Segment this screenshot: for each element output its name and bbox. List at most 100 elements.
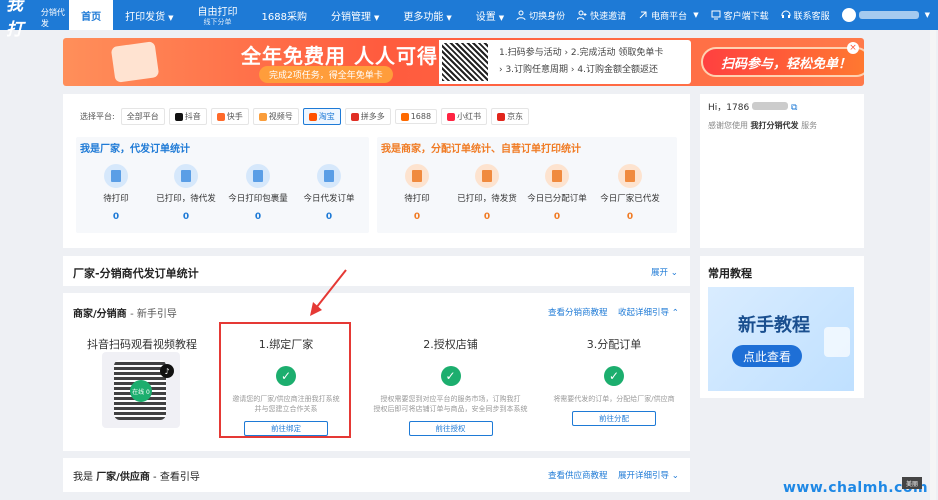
promo-title: 全年免费用 人人可得 <box>241 44 438 68</box>
chevron-down-icon: ▼ <box>498 13 505 22</box>
calendar-icon <box>475 164 499 188</box>
gift-icon <box>110 41 160 83</box>
collapse-guide-link[interactable]: 收起详细引导 ⌃ <box>618 306 679 318</box>
douyin-video-qr: 在线 0 ♪ <box>102 352 180 428</box>
merchant-stat-pending-print[interactable]: 待打印 0 <box>382 164 452 222</box>
nav-more[interactable]: 更多功能 ▼ <box>391 0 463 30</box>
factory-stats-title: 我是厂家，代发订单统计 <box>80 144 190 155</box>
merchant-stat-today-assigned[interactable]: 今日已分配订单 0 <box>522 164 592 222</box>
nav-home[interactable]: 首页 <box>69 0 114 30</box>
assign-orders-button[interactable]: 前往分配 <box>572 411 656 426</box>
platform-taobao[interactable]: 淘宝 <box>302 108 341 125</box>
pinduoduo-icon <box>350 112 359 121</box>
truck-icon <box>405 164 429 188</box>
highlight-box <box>219 322 351 438</box>
document-icon <box>317 164 341 188</box>
merchant-stat-printed-pending[interactable]: 已打印，待发货 0 <box>452 164 522 222</box>
switch-identity-button[interactable]: 切换身份 <box>516 9 565 22</box>
nav-free-print[interactable]: 自由打印 线下分单 <box>186 0 250 30</box>
platform-shipinhao[interactable]: 视频号 <box>252 108 299 125</box>
account-menu[interactable]: ▼ <box>841 8 930 22</box>
account-card <box>700 94 864 248</box>
step-title: 2.授权店铺 <box>423 338 478 351</box>
taobao-icon <box>308 112 317 121</box>
authorize-store-button[interactable]: 前往授权 <box>408 421 493 436</box>
nav-settings[interactable]: 设置 ▼ <box>464 0 516 30</box>
app-logo[interactable]: 我打 分销代发 <box>0 0 69 40</box>
platform-filter: 选择平台: 全部平台 抖音 快手 视频号 淘宝 拼多多 1688 小红书 京东 <box>80 108 530 125</box>
platform-douyin[interactable]: 抖音 <box>168 108 207 125</box>
distributor-guide-title: 商家/分销商 - 新手引导 <box>73 309 177 320</box>
platform-filter-label: 选择平台: <box>80 112 115 121</box>
platform-jd[interactable]: 京东 <box>491 108 530 125</box>
platform-1688[interactable]: 1688 <box>394 109 438 124</box>
client-download-button[interactable]: 客户端下载 <box>711 9 769 22</box>
kuaishou-icon <box>216 112 225 121</box>
main-nav: 首页 打印发货 ▼ 自由打印 线下分单 1688采购 分销管理 ▼ 更多功能 ▼ 设置 ▼ <box>69 0 516 30</box>
chevron-down-icon: ▼ <box>168 13 174 22</box>
factory-stat-today-packages[interactable]: 今日打印包裹量 0 <box>223 164 293 222</box>
platform-xiaohongshu[interactable]: 小红书 <box>441 108 488 125</box>
promo-subtitle: 完成2项任务，得全年免单卡 <box>259 66 393 83</box>
chevron-double-down-icon: ⌄ <box>670 268 678 278</box>
nav-print-ship[interactable]: 打印发货 ▼ <box>113 0 185 30</box>
video-tutorial-column: 抖音扫码观看视频教程 <box>78 336 206 352</box>
promo-banner[interactable]: 全年免费用 人人可得 完成2项任务，得全年免单卡 1.扫码参与活动 › 2.完成… <box>63 38 864 86</box>
xiaohongshu-icon <box>447 112 456 121</box>
image-icon <box>824 327 850 357</box>
monitor-icon <box>711 10 721 20</box>
chevron-down-icon: ▼ <box>373 13 380 22</box>
document-icon <box>545 164 569 188</box>
corner-mark: 美丽 <box>902 477 922 489</box>
factory-stat-pending-print[interactable]: 待打印 0 <box>81 164 151 222</box>
scrollbar[interactable] <box>930 30 936 500</box>
account-greeting: Hi，1786 ⧉ <box>708 102 798 113</box>
chevron-down-icon: ▼ <box>446 13 452 22</box>
supplier-guide-title: 我是 厂家/供应商 - 查看引导 <box>73 472 200 483</box>
common-tutorial-title: 常用教程 <box>708 267 752 280</box>
view-tutorial-button[interactable]: 点此查看 <box>732 345 802 367</box>
platform-all[interactable]: 全部平台 <box>120 108 165 125</box>
expand-guide-link[interactable]: 展开详细引导 ⌄ <box>618 469 679 481</box>
nav-1688-purchase[interactable]: 1688采购 <box>250 0 319 30</box>
promo-steps: 1.扫码参与活动 › 2.完成活动 领取免单卡 › 3.订购任意周期 › 4.订… <box>491 40 691 84</box>
guide-step-assign-orders: 3.分配订单 ✓ 将需要代发的订单，分配给厂家/供应商 前往分配 <box>540 336 688 426</box>
beginner-tutorial-banner[interactable]: 新手教程 点此查看 <box>708 287 854 391</box>
view-distributor-tutorial-link[interactable]: 查看分销商教程 <box>548 306 608 318</box>
step-description: 授权需要您到对应平台的服务市场，订购我打 授权后即可将店铺订单与商品，安全同步到本… <box>373 395 528 413</box>
view-supplier-tutorial-link[interactable]: 查看供应商教程 <box>548 469 608 481</box>
promo-cta-button[interactable]: 扫码参与，轻松免单！ <box>701 47 864 77</box>
chart-icon <box>246 164 270 188</box>
account-name-redacted <box>858 11 919 19</box>
factory-stat-printed-pending[interactable]: 已打印，待代发 0 <box>151 164 221 222</box>
guide-step-authorize-store: 2.授权店铺 ✓ 授权需要您到对应平台的服务市场，订购我打 授权后即可将店铺订单与… <box>368 336 533 436</box>
contact-support-button[interactable]: 联系客服 <box>781 9 830 22</box>
factory-stats-panel: 我是厂家，代发订单统计 待打印 0 已打印，待代发 0 今日打印包裹量 0 今日… <box>76 137 369 233</box>
user-icon <box>516 10 526 20</box>
add-user-icon <box>577 10 587 20</box>
invite-button[interactable]: 快速邀请 <box>577 9 626 22</box>
chevron-down-icon: ▼ <box>693 11 699 19</box>
header-tools: 切换身份 快速邀请 电商平台 ▼ 客户端下载 联系客服 ▼ <box>516 8 938 22</box>
document-icon <box>618 164 642 188</box>
merchant-stat-factory-shipped[interactable]: 今日厂家已代发 0 <box>595 164 665 222</box>
platform-kuaishou[interactable]: 快手 <box>210 108 249 125</box>
calendar-icon <box>174 164 198 188</box>
shipinhao-icon <box>258 112 267 121</box>
copy-icon[interactable]: ⧉ <box>791 103 797 113</box>
tiktok-icon: ♪ <box>160 364 174 378</box>
douyin-icon <box>174 112 183 121</box>
order-stats-title: 厂家-分销商代发订单统计 <box>73 267 199 280</box>
chevron-down-icon: ⌄ <box>671 471 679 481</box>
nav-distribution[interactable]: 分销管理 ▼ <box>319 0 391 30</box>
close-icon[interactable]: × <box>847 42 859 54</box>
ecommerce-platform-menu[interactable]: 电商平台 ▼ <box>638 9 699 22</box>
link-icon <box>639 11 647 19</box>
phone-redacted <box>752 102 789 110</box>
platform-pinduoduo[interactable]: 拼多多 <box>344 108 391 125</box>
headset-icon <box>781 10 791 18</box>
jd-icon <box>497 112 506 121</box>
expand-stats-link[interactable]: 展开 ⌄ <box>651 266 678 278</box>
promo-qr-code <box>439 40 491 84</box>
factory-stat-today-orders[interactable]: 今日代发订单 0 <box>294 164 364 222</box>
